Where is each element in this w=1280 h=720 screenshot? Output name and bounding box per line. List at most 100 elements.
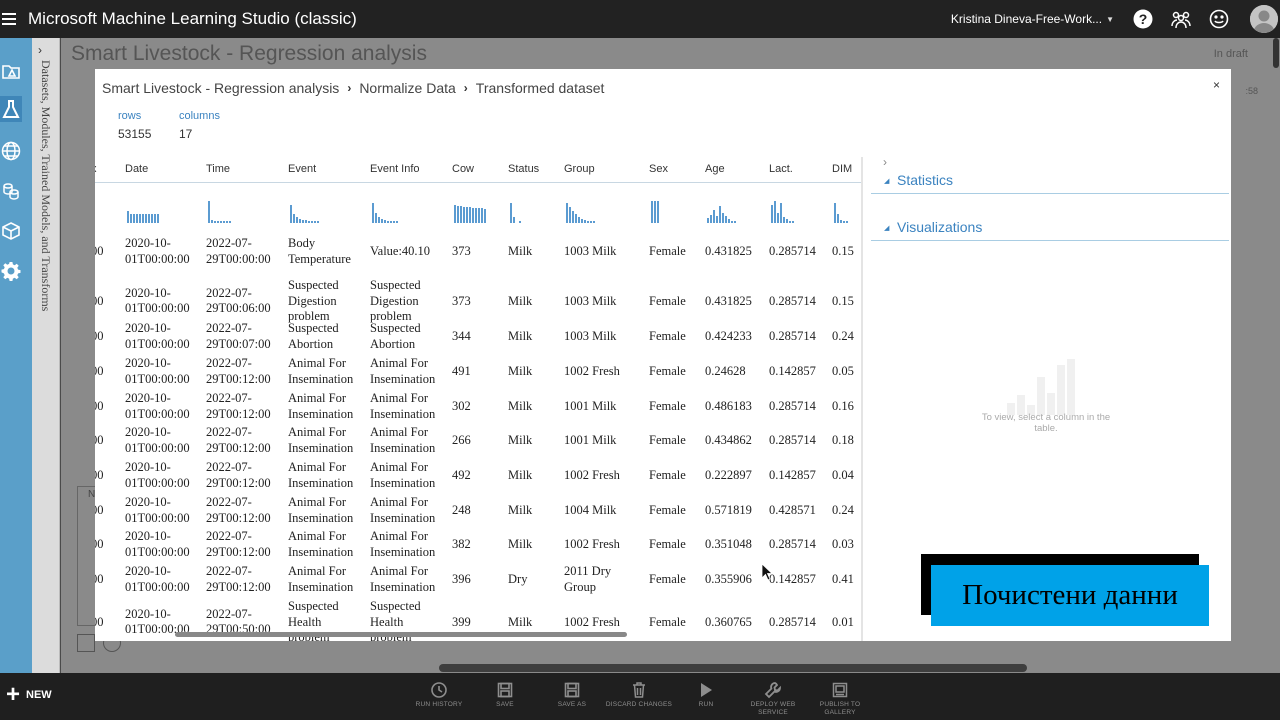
web-services-globe-icon[interactable] <box>0 138 22 164</box>
run-history-button[interactable]: RUN HISTORY <box>404 681 474 709</box>
trained-models-cube-icon[interactable] <box>0 218 22 244</box>
save-as-button[interactable]: SAVE AS <box>537 681 607 709</box>
statistics-title: Statistics <box>897 172 954 188</box>
table-cell: Value:40.10 <box>370 243 431 258</box>
run-button[interactable]: RUN <box>671 681 741 709</box>
table-cell: 0.434862 <box>705 432 752 447</box>
projects-icon[interactable] <box>0 58 22 84</box>
visualizations-section[interactable]: ◢ Visualizations <box>871 217 1229 241</box>
table-cell: 00 <box>95 243 104 258</box>
settings-gear-icon[interactable] <box>0 258 22 284</box>
table-cell: 2020-10- 01T00:00:00 <box>125 495 190 525</box>
table-cell: 0.24628 <box>705 363 746 378</box>
community-icon[interactable] <box>1170 8 1192 30</box>
table-cell: 1002 Fresh <box>564 614 620 629</box>
column-header[interactable]: Sex <box>649 163 668 175</box>
collapse-chevron-icon[interactable]: › <box>883 155 887 169</box>
column-header[interactable]: Time <box>206 163 230 175</box>
column-header[interactable]: Event <box>288 163 316 175</box>
table-cell: 0.355906 <box>705 571 752 586</box>
table-cell: 0.285714 <box>769 536 816 551</box>
datasets-icon[interactable] <box>0 178 22 204</box>
table-cell: Female <box>649 328 686 343</box>
table-cell: Milk <box>508 432 533 447</box>
table-cell: 00 <box>95 571 104 586</box>
column-header[interactable]: Event Info <box>370 163 420 175</box>
discard-changes-button[interactable]: DISCARD CHANGES <box>604 681 674 709</box>
table-cell: 2022-07- 29T00:12:00 <box>206 425 271 455</box>
column-header[interactable]: DIM <box>832 163 852 175</box>
table-cell: Milk <box>508 243 533 258</box>
save-button[interactable]: SAVE <box>470 681 540 709</box>
table-cell: 1002 Fresh <box>564 467 620 482</box>
canvas-horizontal-scrollbar[interactable] <box>439 664 1027 672</box>
table-cell: 382 <box>452 536 471 551</box>
table-cell: 0.285714 <box>769 243 816 258</box>
collapse-triangle-icon: ◢ <box>884 225 890 232</box>
table-cell: Animal For Insemination <box>288 425 354 455</box>
user-name[interactable]: Kristina Dineva-Free-Work... <box>951 12 1102 26</box>
table-cell: Animal For Insemination <box>370 460 436 490</box>
table-cell: 0.285714 <box>769 432 816 447</box>
column-header[interactable]: Group <box>564 163 595 175</box>
table-cell: Milk <box>508 363 533 378</box>
hamburger-menu-icon[interactable] <box>2 13 16 25</box>
table-cell: 373 <box>452 243 471 258</box>
table-cell: 0.571819 <box>705 502 752 517</box>
experiment-title: Smart Livestock - Regression analysis <box>71 42 427 65</box>
svg-text:?: ? <box>1139 11 1148 27</box>
table-cell: 2011 Dry Group <box>564 564 612 594</box>
table-cell: 2020-10- 01T00:00:00 <box>125 236 190 266</box>
table-cell: Female <box>649 363 686 378</box>
column-header[interactable]: Status <box>508 163 539 175</box>
statistics-section[interactable]: ◢ Statistics <box>871 170 1229 194</box>
deploy-web-service-button[interactable]: DEPLOY WEB SERVICE <box>738 681 808 717</box>
column-header[interactable]: Date <box>125 163 148 175</box>
table-cell: 2022-07- 29T00:12:00 <box>206 529 271 559</box>
table-cell: Suspected Abortion <box>288 321 339 351</box>
table-horizontal-scrollbar[interactable] <box>175 632 627 637</box>
table-cell: 0.222897 <box>705 467 752 482</box>
publish-to-gallery-button[interactable]: PUBLISH TO GALLERY <box>805 681 875 717</box>
table-cell: 0.03 <box>832 536 854 551</box>
save-as-icon <box>537 681 607 699</box>
table-cell: 00 <box>95 363 104 378</box>
empty-chart-placeholder-icon <box>1001 335 1081 415</box>
table-cell: Milk <box>508 398 533 413</box>
chevron-down-icon[interactable]: ▼ <box>1106 15 1114 24</box>
table-cell: Dry <box>508 571 528 586</box>
fit-to-screen-icon[interactable] <box>77 634 95 652</box>
column-header[interactable]: Cow <box>452 163 474 175</box>
feedback-smiley-icon[interactable] <box>1208 8 1230 30</box>
module-palette-collapsed[interactable]: › Datasets, Modules, Trained Models, and… <box>32 38 60 673</box>
table-cell: 0.142857 <box>769 363 816 378</box>
table-cell: 2022-07- 29T00:12:00 <box>206 495 271 525</box>
new-button[interactable]: + NEW <box>6 683 52 707</box>
avatar[interactable] <box>1250 5 1278 33</box>
table-cell: 0.24 <box>832 502 854 517</box>
close-icon[interactable]: × <box>1213 78 1220 92</box>
help-icon[interactable]: ? <box>1132 8 1154 30</box>
table-cell: Female <box>649 614 686 629</box>
table-cell: Animal For Insemination <box>370 529 436 559</box>
column-header[interactable]: Age <box>705 163 725 175</box>
expand-chevron-icon[interactable]: › <box>38 43 42 57</box>
table-cell: Animal For Insemination <box>370 564 436 594</box>
column-header[interactable]: Lact. <box>769 163 793 175</box>
table-cell: Female <box>649 398 686 413</box>
table-cell: 2020-10- 01T00:00:00 <box>125 391 190 421</box>
canvas-vertical-scrollbar[interactable] <box>1271 38 1280 673</box>
column-header[interactable]: x <box>95 163 97 175</box>
table-cell: Milk <box>508 293 533 308</box>
table-cell: Animal For Insemination <box>288 391 354 421</box>
table-cell: 1001 Milk <box>564 432 617 447</box>
bottom-toolbar: + NEW RUN HISTORY SAVE SAVE AS DISCARD CHAN… <box>0 673 1280 720</box>
trash-icon <box>604 681 674 699</box>
table-cell: 00 <box>95 502 104 517</box>
table-cell: Animal For Insemination <box>288 460 354 490</box>
table-cell: Female <box>649 432 686 447</box>
table-cell: Milk <box>508 328 533 343</box>
table-cell: 0.142857 <box>769 467 816 482</box>
experiments-flask-icon[interactable] <box>0 96 22 122</box>
table-cell: Animal For Insemination <box>370 495 436 525</box>
